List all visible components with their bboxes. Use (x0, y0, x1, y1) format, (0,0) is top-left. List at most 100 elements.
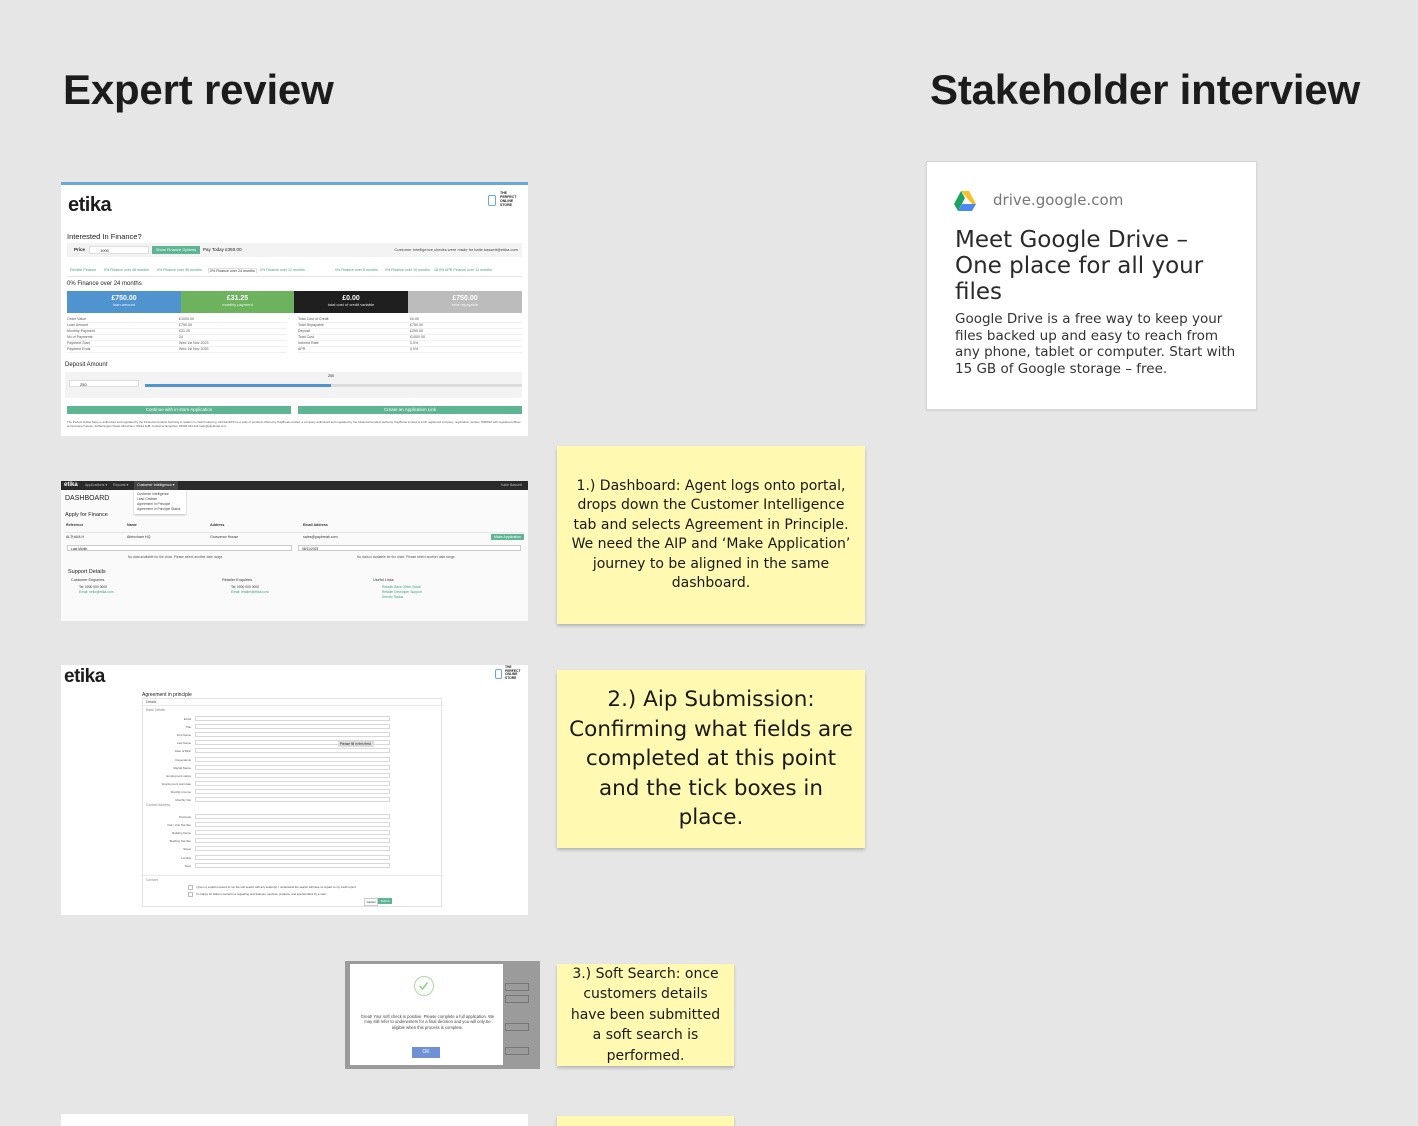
store-icon (488, 195, 496, 206)
section-title: 0% Finance over 24 months (67, 281, 142, 287)
customer-enquiries: Customer Enquiries (71, 578, 105, 582)
tab-apr[interactable]: 18.9% APR Finance over 12 months (434, 268, 492, 272)
ci-note: Customer Intelligence checks were made f… (394, 247, 518, 252)
deposit-slider-fill (145, 384, 331, 387)
ci-dropdown: Customer Intelligence Lead Grabber Agree… (134, 490, 186, 514)
make-application-button[interactable]: Make Application (490, 534, 524, 540)
nav-reports[interactable]: Reports ▾ (113, 483, 128, 487)
success-check-icon (414, 976, 434, 996)
nav-applications[interactable]: Applications ▾ (85, 483, 107, 487)
link-status[interactable]: Service Status (382, 595, 403, 599)
consent-checkbox-1[interactable] (188, 885, 193, 890)
show-finance-options-button[interactable]: Show Finance Options (152, 246, 200, 254)
finance-heading: Interested In Finance? (67, 232, 142, 241)
submit-button[interactable]: Submit (378, 898, 392, 904)
finance-tabs: Flexible Finance 0% Finance over 48 mont… (67, 266, 522, 277)
screenshot-soft-search-modal: Great! Your soft check is positive. Plea… (345, 961, 540, 1069)
ok-button[interactable]: OK (412, 1047, 440, 1058)
form-field-label: Town (184, 863, 191, 868)
form-field-input[interactable] (195, 732, 390, 738)
store-icon (495, 669, 502, 679)
google-drive-icon (954, 191, 976, 211)
tab-12[interactable]: 0% Finance over 12 months (260, 268, 305, 272)
store-logo: THE PERFECT ONLINE STORE (500, 191, 517, 207)
details-table: Order Value £1000.00 Loan Amount £750.00 M… (67, 317, 522, 357)
customer-email[interactable]: Email: hello@etika.com (79, 590, 114, 594)
form-field-label: Employment status (166, 773, 191, 778)
cancel-button[interactable]: Cancel (364, 898, 378, 906)
form-field-input[interactable] (195, 838, 390, 844)
price-label: Price (74, 247, 86, 252)
form-field-label: Monthly Out (175, 798, 191, 802)
store-logo: THE PERFECT ONLINE STORE (505, 665, 521, 680)
form-field-input[interactable] (195, 788, 390, 794)
form-field-label: Monthly Income (170, 789, 191, 794)
form-field-label: Street (183, 847, 191, 852)
link-title: Meet Google Drive – One place for all yo… (955, 227, 1204, 305)
price-bar: Price 1000 Show Finance Options Pay Toda… (67, 243, 522, 257)
form-field-label: Dependents (175, 757, 191, 762)
form-field-input[interactable] (195, 772, 390, 778)
tab-6[interactable]: 0% Finance over 6 months (335, 268, 378, 272)
validation-tooltip: Please fill in this field. (338, 741, 374, 747)
nav-logo: etika (64, 482, 78, 488)
tab-10[interactable]: 0% Finance over 10 months (385, 268, 430, 272)
section-consent: Consent (146, 878, 159, 882)
deposit-heading: Deposit Amount (65, 362, 108, 368)
dropdown-aip-status[interactable]: Agreement in Principle Status (134, 506, 186, 511)
nav-customer-intelligence[interactable]: Customer Intelligence ▾ (134, 481, 178, 490)
nav-user[interactable]: Katie Bassett (501, 483, 522, 487)
create-application-link-button[interactable]: Create an Application Link (298, 406, 522, 414)
form-field-input[interactable] (195, 756, 390, 762)
consent-text-1: I give my explicit consent to run the so… (196, 885, 357, 889)
form-field-input[interactable] (195, 862, 390, 868)
legal-footer: The Perfect Online Store is authorised a… (67, 420, 521, 428)
form-field-input[interactable] (195, 748, 390, 754)
form-field-input[interactable] (195, 830, 390, 836)
form-field-input[interactable] (195, 780, 390, 786)
sticky-note-soft-search[interactable]: 3.) Soft Search: once customers details … (557, 964, 734, 1066)
form-field-input[interactable] (195, 854, 390, 860)
section-basic: Basic Details (146, 708, 166, 712)
form-field-label: Flat / Unit Number (167, 823, 191, 828)
tab-48[interactable]: 0% Finance over 48 months (104, 268, 149, 272)
form-field-label: Email (183, 717, 191, 721)
tile-total-repayable: £750.00 total repayable (408, 291, 522, 313)
form-field-label: Building Number (169, 839, 191, 844)
form-field-input[interactable] (195, 716, 390, 721)
price-input[interactable]: 1000 (89, 246, 149, 254)
date-range-select[interactable]: Last Month (67, 545, 292, 551)
continue-application-button[interactable]: Continue with in-store Application (67, 406, 291, 414)
form-field-label: Marital Status (173, 765, 191, 770)
soft-search-message: Great! Your soft check is positive. Plea… (360, 1014, 495, 1030)
deposit-slider-label: 250 (328, 374, 334, 378)
form-field-label: Title (185, 725, 191, 730)
form-field-input[interactable] (195, 764, 390, 770)
no-data-right: No data is available for the chart. Plea… (357, 555, 456, 559)
form-field-input[interactable] (195, 822, 390, 828)
form-field-input[interactable] (195, 814, 390, 819)
form-field-input[interactable] (195, 724, 390, 730)
consent-checkbox-2[interactable] (188, 892, 193, 897)
tab-flexible[interactable]: Flexible Finance (70, 268, 96, 272)
deposit-input[interactable]: 250 (69, 380, 139, 387)
google-drive-link-card[interactable]: drive.google.com Meet Google Drive – One… (926, 161, 1257, 410)
sticky-note-dashboard[interactable]: 1.) Dashboard: Agent logs onto portal, d… (557, 446, 865, 624)
retailer-email[interactable]: Email: retailer@etika.com (231, 590, 269, 594)
tab-24[interactable]: 0% Finance over 24 months (208, 268, 257, 273)
form-field-input[interactable] (195, 846, 390, 852)
link-back-office[interactable]: Retailer Back Office Guide (382, 585, 421, 589)
tab-36[interactable]: 0% Finance over 36 months (157, 268, 202, 272)
consent-text-2: I'm happy for etika to contact me regard… (196, 892, 327, 896)
section-address: Contact Address (146, 803, 171, 807)
sticky-note-partial[interactable] (557, 1116, 734, 1126)
date-input[interactable]: 08/11/2023 (298, 545, 521, 551)
form-field-label: Postcode (178, 815, 191, 819)
form-field-label: Date of Birth (174, 749, 191, 754)
sticky-note-aip[interactable]: 2.) Aip Submission: Confirming what fiel… (557, 670, 865, 848)
link-developer[interactable]: Retailer Developer Support (382, 590, 422, 594)
form-field-label: First Name (176, 733, 191, 738)
heading-expert-review: Expert review (63, 66, 334, 113)
aip-tab[interactable]: Details (146, 700, 156, 704)
form-field-input[interactable] (195, 797, 390, 802)
